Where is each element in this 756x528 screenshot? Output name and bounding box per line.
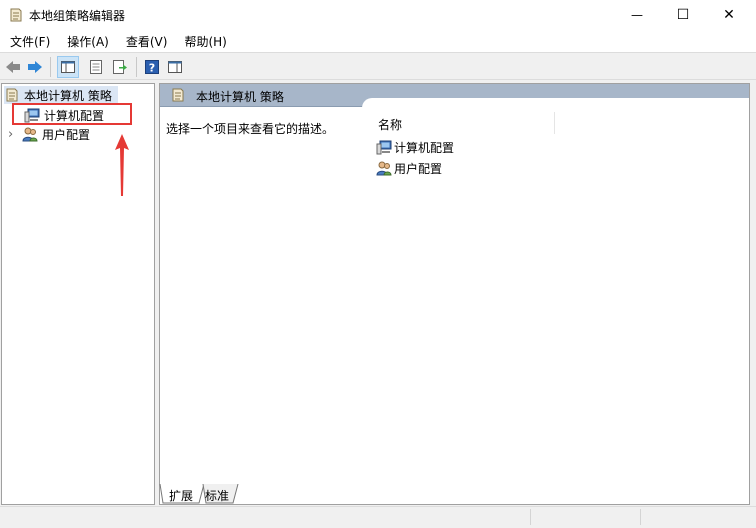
tree-item-user-config[interactable]: › 用户配置	[8, 125, 90, 143]
back-button[interactable]	[4, 58, 22, 76]
expand-chevron-icon[interactable]: ›	[8, 127, 22, 142]
close-icon: ✕	[723, 7, 735, 23]
svg-text:?: ?	[149, 62, 155, 75]
maximize-button[interactable]: ☐	[660, 0, 706, 30]
help-button[interactable]: ?	[143, 58, 161, 76]
toolbar: ?	[0, 52, 756, 80]
list-item-label: 用户配置	[394, 161, 443, 176]
menu-view[interactable]: 查看(V)	[116, 33, 175, 50]
show-hide-tree-button[interactable]	[57, 56, 79, 78]
tree-item-label: 本地计算机 策略	[24, 88, 112, 103]
navigation-tree: 本地计算机 策略 计算机配置 › 用户配置	[1, 83, 155, 505]
list-item-label: 计算机配置	[394, 140, 455, 155]
export-list-icon	[113, 60, 127, 74]
help-icon: ?	[145, 60, 159, 75]
list-item[interactable]: 用户配置	[376, 159, 442, 177]
policy-scroll-icon	[6, 88, 18, 102]
show-hide-action-pane-icon	[168, 61, 182, 73]
details-header-title: 本地计算机 策略	[196, 90, 284, 104]
list-item[interactable]: 计算机配置	[376, 138, 454, 156]
menu-action[interactable]: 操作(A)	[57, 33, 116, 50]
column-header-name[interactable]: 名称	[364, 112, 555, 134]
menu-help[interactable]: 帮助(H)	[174, 33, 233, 50]
details-pane: 本地计算机 策略 选择一个项目来查看它的描述。 名称 计算机配置 用户配置	[159, 83, 750, 505]
forward-icon	[28, 61, 42, 73]
arrow-annotation-icon	[115, 134, 129, 196]
app-icon	[10, 8, 22, 22]
highlight-box	[12, 103, 132, 125]
show-hide-action-pane-button[interactable]	[166, 58, 184, 76]
tree-item-label: 用户配置	[42, 127, 91, 142]
close-button[interactable]: ✕	[706, 0, 752, 30]
window-title: 本地组策略编辑器	[29, 9, 126, 23]
toolbar-separator	[50, 57, 51, 77]
users-icon	[22, 127, 38, 142]
toolbar-separator	[136, 57, 137, 77]
details-list: 名称 计算机配置 用户配置	[364, 106, 749, 486]
column-header-label: 名称	[378, 118, 403, 132]
policy-scroll-icon	[172, 88, 184, 102]
tab-extended[interactable]: 扩展	[169, 487, 193, 504]
forward-button[interactable]	[26, 58, 44, 76]
menu-file[interactable]: 文件(F)	[0, 33, 57, 50]
status-cell	[640, 509, 641, 525]
users-icon	[376, 161, 392, 176]
tree-item-root[interactable]: 本地计算机 策略	[4, 86, 118, 104]
tab-standard[interactable]: 标准	[205, 487, 229, 504]
show-hide-tree-icon	[61, 61, 75, 73]
minimize-icon: —	[631, 8, 643, 22]
description-area: 选择一个项目来查看它的描述。	[160, 106, 362, 486]
export-list-button[interactable]	[111, 58, 129, 76]
status-bar	[0, 506, 756, 528]
status-cell	[530, 509, 531, 525]
minimize-button[interactable]: —	[614, 0, 660, 30]
properties-button[interactable]	[87, 58, 105, 76]
back-icon	[6, 61, 20, 73]
menu-bar: 文件(F) 操作(A) 查看(V) 帮助(H)	[0, 30, 756, 52]
computer-icon	[376, 140, 392, 155]
properties-icon	[90, 60, 102, 74]
description-hint: 选择一个项目来查看它的描述。	[166, 122, 335, 136]
maximize-icon: ☐	[676, 7, 690, 23]
title-bar: 本地组策略编辑器 — ☐ ✕	[0, 0, 756, 30]
